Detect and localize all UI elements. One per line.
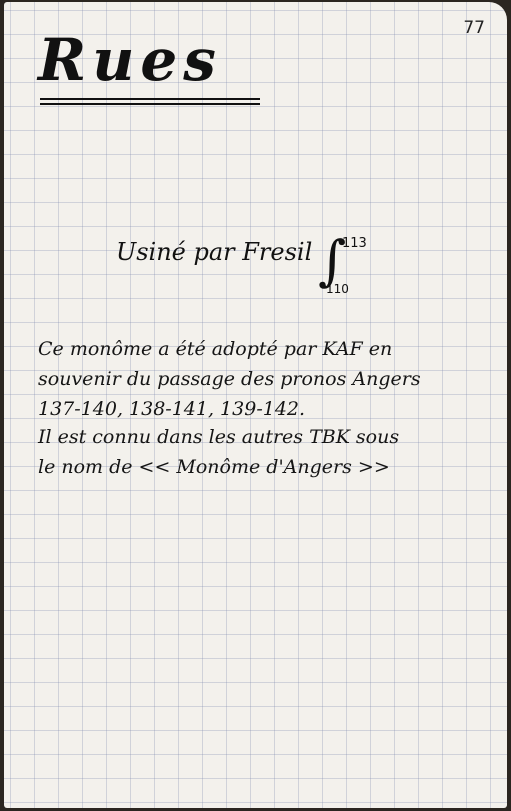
page-title: Rues [38,26,222,94]
integral-lower-bound: 110 [326,282,349,296]
title-underline-second [40,103,260,105]
title-underline [40,98,260,100]
body-line: Ce monôme a été adopté par KAF en [38,338,393,360]
body-line: le nom de << Monôme d'Angers >> [38,456,390,478]
body-line: 137-140, 138-141, 139-142. [38,398,306,420]
integral-upper-bound: 113 [342,236,367,251]
body-line: souvenir du passage des pronos Angers [38,368,421,390]
notebook-page: 77 Rues Usiné par Fresil ∫ 113 110 Ce mo… [4,2,507,808]
page-number: 77 [463,18,485,38]
body-line: Il est connu dans les autres TBK sous [38,426,400,448]
subtitle: Usiné par Fresil [116,238,313,266]
